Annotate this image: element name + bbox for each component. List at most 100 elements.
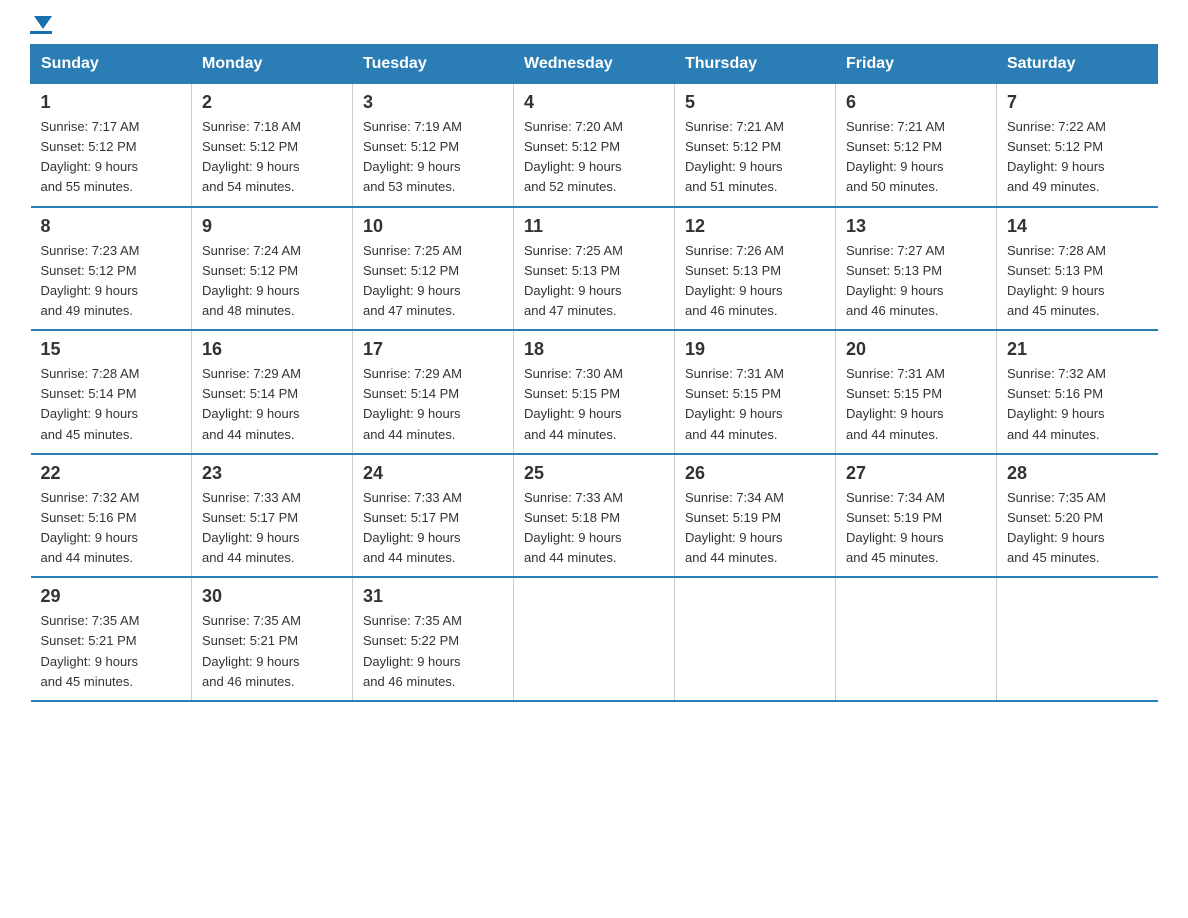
calendar-cell: 29 Sunrise: 7:35 AMSunset: 5:21 PMDaylig…: [31, 577, 192, 701]
calendar-cell: 9 Sunrise: 7:24 AMSunset: 5:12 PMDayligh…: [192, 207, 353, 331]
calendar-table: SundayMondayTuesdayWednesdayThursdayFrid…: [30, 44, 1158, 702]
day-number: 4: [524, 92, 664, 113]
calendar-cell: 26 Sunrise: 7:34 AMSunset: 5:19 PMDaylig…: [675, 454, 836, 578]
calendar-cell: 20 Sunrise: 7:31 AMSunset: 5:15 PMDaylig…: [836, 330, 997, 454]
day-info: Sunrise: 7:35 AMSunset: 5:21 PMDaylight:…: [202, 611, 342, 692]
day-number: 9: [202, 216, 342, 237]
calendar-cell: 27 Sunrise: 7:34 AMSunset: 5:19 PMDaylig…: [836, 454, 997, 578]
day-number: 20: [846, 339, 986, 360]
calendar-week-row: 1 Sunrise: 7:17 AMSunset: 5:12 PMDayligh…: [31, 84, 1158, 207]
header-friday: Friday: [836, 45, 997, 84]
calendar-cell: 13 Sunrise: 7:27 AMSunset: 5:13 PMDaylig…: [836, 207, 997, 331]
day-info: Sunrise: 7:31 AMSunset: 5:15 PMDaylight:…: [685, 364, 825, 445]
day-number: 6: [846, 92, 986, 113]
header-sunday: Sunday: [31, 45, 192, 84]
day-number: 2: [202, 92, 342, 113]
day-info: Sunrise: 7:21 AMSunset: 5:12 PMDaylight:…: [685, 117, 825, 198]
page-header: [30, 20, 1158, 34]
day-number: 29: [41, 586, 182, 607]
day-number: 21: [1007, 339, 1148, 360]
day-info: Sunrise: 7:34 AMSunset: 5:19 PMDaylight:…: [685, 488, 825, 569]
day-info: Sunrise: 7:17 AMSunset: 5:12 PMDaylight:…: [41, 117, 182, 198]
day-number: 19: [685, 339, 825, 360]
header-saturday: Saturday: [997, 45, 1158, 84]
day-info: Sunrise: 7:28 AMSunset: 5:13 PMDaylight:…: [1007, 241, 1148, 322]
calendar-cell: 25 Sunrise: 7:33 AMSunset: 5:18 PMDaylig…: [514, 454, 675, 578]
day-info: Sunrise: 7:22 AMSunset: 5:12 PMDaylight:…: [1007, 117, 1148, 198]
day-number: 31: [363, 586, 503, 607]
header-tuesday: Tuesday: [353, 45, 514, 84]
calendar-cell: 19 Sunrise: 7:31 AMSunset: 5:15 PMDaylig…: [675, 330, 836, 454]
calendar-cell: 24 Sunrise: 7:33 AMSunset: 5:17 PMDaylig…: [353, 454, 514, 578]
calendar-cell: 3 Sunrise: 7:19 AMSunset: 5:12 PMDayligh…: [353, 84, 514, 207]
day-info: Sunrise: 7:20 AMSunset: 5:12 PMDaylight:…: [524, 117, 664, 198]
day-number: 23: [202, 463, 342, 484]
day-number: 5: [685, 92, 825, 113]
calendar-cell: 5 Sunrise: 7:21 AMSunset: 5:12 PMDayligh…: [675, 84, 836, 207]
day-number: 12: [685, 216, 825, 237]
calendar-cell: 10 Sunrise: 7:25 AMSunset: 5:12 PMDaylig…: [353, 207, 514, 331]
day-info: Sunrise: 7:21 AMSunset: 5:12 PMDaylight:…: [846, 117, 986, 198]
day-number: 24: [363, 463, 503, 484]
day-number: 7: [1007, 92, 1148, 113]
day-number: 27: [846, 463, 986, 484]
calendar-cell: [836, 577, 997, 701]
day-number: 17: [363, 339, 503, 360]
logo-triangle-icon: [34, 16, 52, 29]
logo-underline: [30, 31, 52, 34]
day-info: Sunrise: 7:18 AMSunset: 5:12 PMDaylight:…: [202, 117, 342, 198]
day-info: Sunrise: 7:19 AMSunset: 5:12 PMDaylight:…: [363, 117, 503, 198]
calendar-cell: 8 Sunrise: 7:23 AMSunset: 5:12 PMDayligh…: [31, 207, 192, 331]
calendar-cell: 11 Sunrise: 7:25 AMSunset: 5:13 PMDaylig…: [514, 207, 675, 331]
day-number: 18: [524, 339, 664, 360]
calendar-cell: 14 Sunrise: 7:28 AMSunset: 5:13 PMDaylig…: [997, 207, 1158, 331]
day-info: Sunrise: 7:32 AMSunset: 5:16 PMDaylight:…: [41, 488, 182, 569]
calendar-cell: [514, 577, 675, 701]
calendar-cell: 12 Sunrise: 7:26 AMSunset: 5:13 PMDaylig…: [675, 207, 836, 331]
calendar-cell: [675, 577, 836, 701]
calendar-cell: 22 Sunrise: 7:32 AMSunset: 5:16 PMDaylig…: [31, 454, 192, 578]
day-info: Sunrise: 7:25 AMSunset: 5:13 PMDaylight:…: [524, 241, 664, 322]
logo: [30, 20, 52, 34]
calendar-cell: 1 Sunrise: 7:17 AMSunset: 5:12 PMDayligh…: [31, 84, 192, 207]
day-info: Sunrise: 7:23 AMSunset: 5:12 PMDaylight:…: [41, 241, 182, 322]
day-number: 28: [1007, 463, 1148, 484]
day-info: Sunrise: 7:28 AMSunset: 5:14 PMDaylight:…: [41, 364, 182, 445]
calendar-cell: 30 Sunrise: 7:35 AMSunset: 5:21 PMDaylig…: [192, 577, 353, 701]
calendar-cell: 6 Sunrise: 7:21 AMSunset: 5:12 PMDayligh…: [836, 84, 997, 207]
header-monday: Monday: [192, 45, 353, 84]
day-info: Sunrise: 7:33 AMSunset: 5:17 PMDaylight:…: [363, 488, 503, 569]
day-number: 3: [363, 92, 503, 113]
day-info: Sunrise: 7:29 AMSunset: 5:14 PMDaylight:…: [363, 364, 503, 445]
calendar-cell: 4 Sunrise: 7:20 AMSunset: 5:12 PMDayligh…: [514, 84, 675, 207]
calendar-cell: 23 Sunrise: 7:33 AMSunset: 5:17 PMDaylig…: [192, 454, 353, 578]
calendar-cell: 15 Sunrise: 7:28 AMSunset: 5:14 PMDaylig…: [31, 330, 192, 454]
calendar-cell: 18 Sunrise: 7:30 AMSunset: 5:15 PMDaylig…: [514, 330, 675, 454]
day-info: Sunrise: 7:35 AMSunset: 5:20 PMDaylight:…: [1007, 488, 1148, 569]
calendar-cell: 2 Sunrise: 7:18 AMSunset: 5:12 PMDayligh…: [192, 84, 353, 207]
day-number: 8: [41, 216, 182, 237]
day-info: Sunrise: 7:30 AMSunset: 5:15 PMDaylight:…: [524, 364, 664, 445]
calendar-header-row: SundayMondayTuesdayWednesdayThursdayFrid…: [31, 45, 1158, 84]
day-info: Sunrise: 7:26 AMSunset: 5:13 PMDaylight:…: [685, 241, 825, 322]
day-number: 13: [846, 216, 986, 237]
day-info: Sunrise: 7:33 AMSunset: 5:18 PMDaylight:…: [524, 488, 664, 569]
day-info: Sunrise: 7:32 AMSunset: 5:16 PMDaylight:…: [1007, 364, 1148, 445]
day-number: 14: [1007, 216, 1148, 237]
day-info: Sunrise: 7:24 AMSunset: 5:12 PMDaylight:…: [202, 241, 342, 322]
calendar-cell: 28 Sunrise: 7:35 AMSunset: 5:20 PMDaylig…: [997, 454, 1158, 578]
day-info: Sunrise: 7:34 AMSunset: 5:19 PMDaylight:…: [846, 488, 986, 569]
day-number: 25: [524, 463, 664, 484]
day-number: 1: [41, 92, 182, 113]
header-wednesday: Wednesday: [514, 45, 675, 84]
calendar-week-row: 8 Sunrise: 7:23 AMSunset: 5:12 PMDayligh…: [31, 207, 1158, 331]
calendar-cell: 31 Sunrise: 7:35 AMSunset: 5:22 PMDaylig…: [353, 577, 514, 701]
day-number: 15: [41, 339, 182, 360]
calendar-cell: 21 Sunrise: 7:32 AMSunset: 5:16 PMDaylig…: [997, 330, 1158, 454]
header-thursday: Thursday: [675, 45, 836, 84]
day-number: 22: [41, 463, 182, 484]
calendar-week-row: 22 Sunrise: 7:32 AMSunset: 5:16 PMDaylig…: [31, 454, 1158, 578]
day-info: Sunrise: 7:27 AMSunset: 5:13 PMDaylight:…: [846, 241, 986, 322]
day-number: 11: [524, 216, 664, 237]
calendar-cell: 17 Sunrise: 7:29 AMSunset: 5:14 PMDaylig…: [353, 330, 514, 454]
